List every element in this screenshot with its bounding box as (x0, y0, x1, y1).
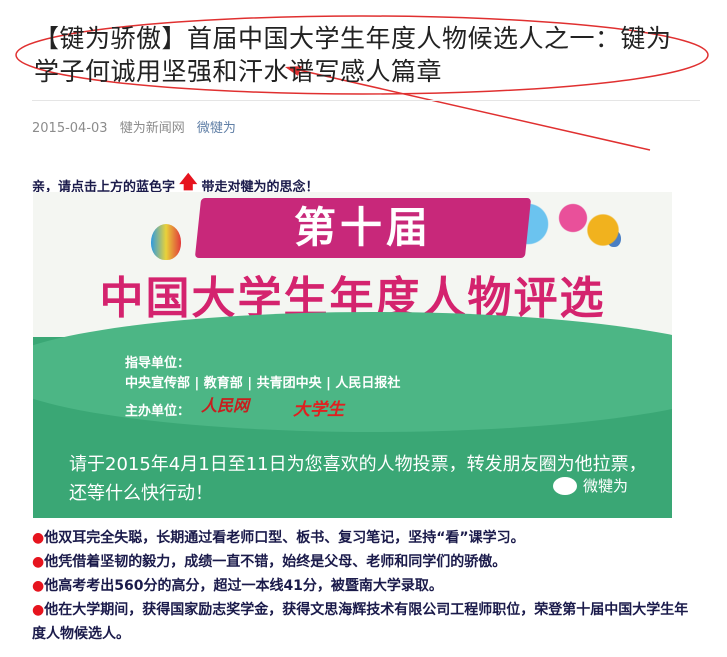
balloon-icon (151, 224, 181, 260)
people-daily-logo: 人民网 (201, 396, 250, 415)
bullet-list: ●他双耳完全失聪，长期通过看老师口型、板书、复习笔记，坚持“看”课学习。 ●他凭… (32, 526, 702, 646)
wechat-icon (553, 476, 577, 495)
red-dot-icon: ● (32, 554, 45, 570)
list-item-text: 他凭借着坚韧的毅力，成绩一直不错，始终是父母、老师和同学们的骄傲。 (44, 554, 507, 570)
list-item: ●他高考考出560分的高分，超过一本线41分，被暨南大学录取。 (32, 574, 702, 598)
guide-units: 中央宣传部 | 教育部 | 共青团中央 | 人民日报社 (125, 376, 401, 391)
list-item-text: 他在大学期间，获得国家励志奖学金，获得文思海辉技术有限公司工程师职位，荣登第十届… (32, 602, 689, 642)
college-student-logo: 大学生 (293, 400, 344, 420)
list-item-text: 他高考考出560分的高分，超过一本线41分，被暨南大学录取。 (44, 578, 443, 594)
red-dot-icon: ● (32, 578, 45, 594)
host-label: 主办单位： (125, 404, 191, 419)
article-meta: 2015-04-03 犍为新闻网 微犍为 (32, 117, 244, 136)
event-banner-image: 第十届 中国大学生年度人物评选 指导单位： 中央宣传部 | 教育部 | 共青团中… (33, 192, 672, 518)
list-item: ●他在大学期间，获得国家励志奖学金，获得文思海辉技术有限公司工程师职位，荣登第十… (32, 598, 702, 646)
article-title: 【键为骄傲】首届中国大学生年度人物候选人之一：键为学子何诚用坚强和汗水谱写感人篇… (34, 24, 672, 86)
watermark-text: 微犍为 (583, 477, 629, 495)
red-dot-icon: ● (32, 602, 45, 618)
title-divider (32, 100, 700, 101)
watermark: 微犍为 (553, 475, 628, 496)
list-item: ●他双耳完全失聪，长期通过看老师口型、板书、复习笔记，坚持“看”课学习。 (32, 526, 702, 550)
publish-date: 2015-04-03 (32, 121, 108, 136)
red-dot-icon: ● (32, 530, 45, 546)
guide-label: 指导单位： (125, 356, 191, 371)
account-link[interactable]: 微犍为 (197, 121, 236, 136)
list-item-text: 他双耳完全失聪，长期通过看老师口型、板书、复习笔记，坚持“看”课学习。 (44, 530, 525, 546)
list-item: ●他凭借着坚韧的毅力，成绩一直不错，始终是父母、老师和同学们的骄傲。 (32, 550, 702, 574)
banner-edition: 第十届 (293, 203, 432, 252)
source-name: 犍为新闻网 (119, 121, 185, 136)
